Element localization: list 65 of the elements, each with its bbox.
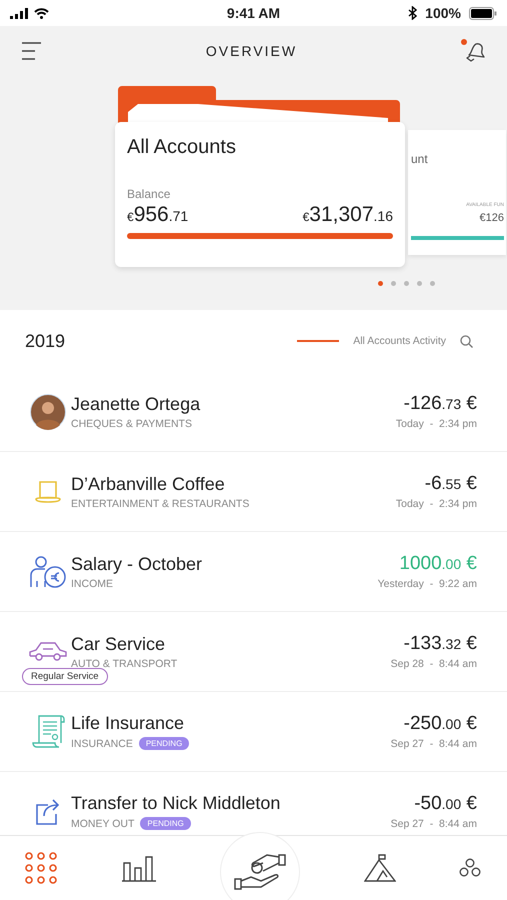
transaction-time: Sep 27 - 8:44 am bbox=[390, 818, 477, 830]
transaction-row[interactable]: Salary - October INCOME 1000.00 € Yesterday - 9:22 am bbox=[0, 532, 507, 612]
transaction-title: D’Arbanville Coffee bbox=[71, 474, 225, 494]
transaction-category: AUTO & TRANSPORT bbox=[71, 658, 178, 670]
transaction-row[interactable]: Life Insurance INSURANCE PENDING -250.00 € Sep 27 - 8:44 am bbox=[0, 692, 507, 772]
transaction-category: MONEY OUT bbox=[71, 818, 134, 830]
page-dot[interactable] bbox=[404, 281, 409, 286]
transaction-time: Yesterday - 9:22 am bbox=[378, 578, 477, 590]
page-dot[interactable] bbox=[378, 281, 383, 286]
transaction-row[interactable]: Jeanette Ortega CHEQUES & PAYMENTS -126.73 € Today - 2:34 pm bbox=[0, 372, 507, 452]
status-badge: PENDING bbox=[138, 737, 190, 750]
page-title: OVERVIEW bbox=[206, 43, 298, 59]
circles-icon[interactable] bbox=[459, 858, 481, 878]
page-dot[interactable] bbox=[417, 281, 422, 286]
handshake-icon[interactable] bbox=[233, 853, 287, 891]
transaction-time: Sep 28 - 8:44 am bbox=[390, 658, 477, 670]
service-tag: Regular Service bbox=[22, 668, 108, 685]
status-time: 9:41 AM bbox=[226, 5, 280, 21]
transaction-amount: -6.55 € bbox=[424, 473, 477, 495]
bluetooth-icon bbox=[408, 6, 418, 20]
card-title: unt bbox=[411, 152, 428, 166]
transaction-category: ENTERTAINMENT & RESTAURANTS bbox=[71, 498, 250, 510]
grid-icon[interactable] bbox=[25, 852, 57, 884]
person-euro-icon bbox=[28, 554, 66, 588]
transaction-amount: -126.73 € bbox=[404, 393, 477, 415]
transaction-amount: 1000.00 € bbox=[399, 553, 477, 575]
battery-icon bbox=[468, 6, 497, 20]
balance-label: Balance bbox=[127, 187, 170, 201]
transaction-category: INSURANCE bbox=[71, 738, 133, 750]
balance-amount: €956.71 bbox=[127, 203, 188, 227]
document-icon bbox=[30, 712, 64, 750]
transaction-title: Salary - October bbox=[71, 554, 202, 574]
menu-icon[interactable] bbox=[20, 42, 42, 60]
wifi-icon bbox=[34, 8, 49, 18]
transaction-title: Transfer to Nick Middleton bbox=[71, 793, 280, 814]
transaction-row[interactable]: Car Service AUTO & TRANSPORT -133.32 € Sep 28 - 8:44 am Regular Service bbox=[0, 612, 507, 692]
status-badge: PENDING bbox=[140, 817, 191, 830]
card-title: All Accounts bbox=[127, 136, 236, 159]
car-icon bbox=[28, 640, 68, 662]
hat-icon bbox=[34, 480, 62, 504]
transaction-row[interactable]: D’Arbanville Coffee ENTERTAINMENT & RESTAURANTS -6.55 € Today - 2:34 pm bbox=[0, 452, 507, 532]
total-amount: €31,307.16 bbox=[302, 203, 393, 227]
transaction-title: Car Service bbox=[71, 634, 166, 654]
transaction-time: Sep 27 - 8:44 am bbox=[390, 738, 477, 750]
share-icon bbox=[34, 798, 62, 826]
funds-amount: €126 bbox=[480, 212, 504, 224]
page-dot[interactable] bbox=[430, 281, 435, 286]
transaction-title: Life Insurance bbox=[71, 713, 184, 734]
search-icon[interactable] bbox=[460, 334, 473, 348]
filter-link[interactable]: All Accounts Activity bbox=[353, 335, 446, 347]
transaction-title: Jeanette Ortega bbox=[71, 394, 200, 414]
bar-chart-icon[interactable] bbox=[120, 854, 156, 882]
transaction-category: CHEQUES & PAYMENTS bbox=[71, 418, 192, 430]
mountain-flag-icon[interactable] bbox=[364, 854, 396, 882]
page-dot[interactable] bbox=[391, 281, 396, 286]
transaction-time: Today - 2:34 pm bbox=[396, 418, 477, 430]
battery-percent: 100% bbox=[425, 5, 461, 21]
transaction-category: INCOME bbox=[71, 578, 113, 590]
transaction-amount: -250.00 € bbox=[404, 713, 477, 735]
signal-icon bbox=[10, 8, 28, 18]
year-label: 2019 bbox=[25, 330, 66, 352]
transaction-time: Today - 2:34 pm bbox=[396, 498, 477, 510]
avatar-icon bbox=[30, 394, 66, 430]
transaction-amount: -133.32 € bbox=[404, 633, 477, 655]
transaction-amount: -50.00 € bbox=[414, 793, 477, 815]
